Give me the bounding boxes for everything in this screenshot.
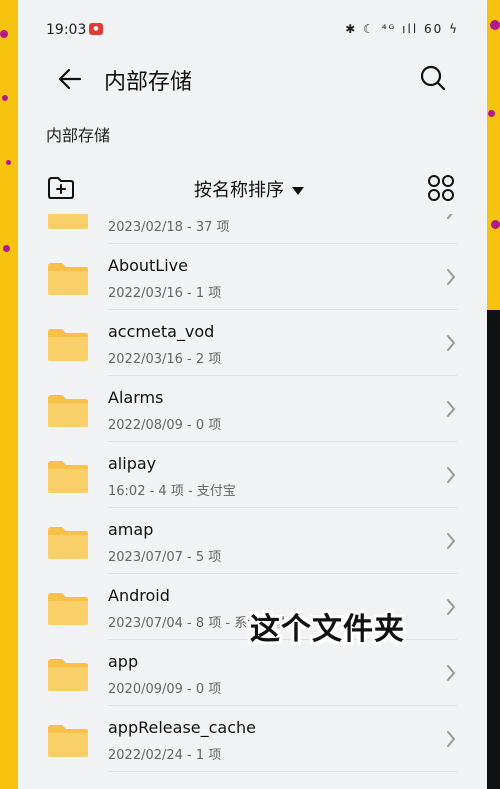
file-name: alipay [108, 454, 157, 473]
chevron-right-icon [447, 467, 455, 483]
chevron-right-icon [447, 335, 455, 351]
app-header: 内部存储 [18, 55, 487, 103]
file-name: app [108, 652, 139, 671]
folder-icon [48, 725, 88, 757]
file-meta: 2020/09/09 - 0 项 [108, 682, 222, 697]
file-name: appRelease_cache [108, 718, 257, 737]
file-list: 2023/02/18 - 37 项 AboutLive 2022/03/16 - 1… [18, 214, 487, 789]
decor-dot [490, 20, 500, 30]
file-meta: 2023/02/18 - 37 项 [108, 220, 230, 235]
chevron-right-icon [447, 665, 455, 681]
file-list-item[interactable]: AboutLive 2022/03/16 - 1 项 [18, 244, 487, 310]
file-name: Android [108, 586, 170, 605]
chevron-right-icon [447, 214, 453, 219]
decor-dot [6, 160, 11, 165]
search-icon[interactable] [419, 64, 447, 92]
status-icons: ✱ ☾ ⁴ᴳ ıll 60 ϟ [345, 22, 459, 36]
row-divider [108, 771, 457, 772]
grid-view-icon[interactable] [427, 174, 455, 202]
new-folder-icon[interactable] [46, 174, 76, 202]
status-time: 19:03 [46, 22, 87, 38]
phone-screen: 19:03 ● ✱ ☾ ⁴ᴳ ıll 60 ϟ 内部存储 内部存储 按名称排序 … [18, 0, 487, 789]
toolbar: 按名称排序 [18, 168, 487, 208]
dropdown-arrow-icon [292, 187, 304, 195]
decor-dot [0, 30, 8, 38]
status-bar: 19:03 ● ✱ ☾ ⁴ᴳ ıll 60 ϟ [18, 0, 487, 42]
decor-strip [487, 310, 500, 789]
folder-icon [48, 263, 88, 295]
decor-dot [488, 110, 495, 117]
file-meta: 2023/07/07 - 5 项 [108, 550, 222, 565]
folder-icon [48, 527, 88, 559]
file-name: accmeta_vod [108, 322, 215, 341]
video-caption: 这个文件夹 [250, 612, 405, 647]
decor-dot [491, 220, 500, 229]
file-list-item[interactable]: amap 2023/07/07 - 5 项 [18, 508, 487, 574]
file-list-item[interactable]: 2023/02/18 - 37 项 [18, 214, 487, 244]
folder-icon [48, 593, 88, 625]
folder-icon [48, 659, 88, 691]
file-name: amap [108, 520, 154, 539]
chevron-right-icon [447, 533, 455, 549]
file-meta: 2022/08/09 - 0 项 [108, 418, 222, 433]
breadcrumb[interactable]: 内部存储 [46, 122, 110, 146]
page-title: 内部存储 [104, 70, 193, 95]
chevron-right-icon [447, 599, 455, 615]
file-list-item[interactable]: alipay 16:02 - 4 项 - 支付宝 [18, 442, 487, 508]
decor-dot [2, 95, 8, 101]
file-list-item[interactable]: app 2020/09/09 - 0 项 [18, 640, 487, 706]
notification-app-icon: ● [89, 23, 103, 35]
file-meta: 2022/03/16 - 1 项 [108, 286, 222, 301]
decor-dot [3, 245, 10, 252]
folder-icon [48, 461, 88, 493]
folder-icon [48, 395, 88, 427]
back-arrow-icon[interactable] [56, 65, 84, 93]
file-meta: 2022/03/16 - 2 项 [108, 352, 222, 367]
file-list-item[interactable]: accmeta_vod 2022/03/16 - 2 项 [18, 310, 487, 376]
sort-label: 按名称排序 [194, 180, 284, 201]
chevron-right-icon [447, 269, 455, 285]
sort-dropdown[interactable]: 按名称排序 [194, 176, 304, 202]
file-meta: 2022/02/24 - 1 项 [108, 748, 222, 763]
file-list-item[interactable]: appRelease_cache 2022/02/24 - 1 项 [18, 706, 487, 772]
folder-icon [48, 329, 88, 361]
file-list-item[interactable]: Alarms 2022/08/09 - 0 项 [18, 376, 487, 442]
file-meta: 16:02 - 4 项 - 支付宝 [108, 484, 236, 499]
folder-icon [48, 214, 88, 229]
file-name: Alarms [108, 388, 164, 407]
file-name: AboutLive [108, 256, 188, 275]
chevron-right-icon [447, 731, 455, 747]
chevron-right-icon [447, 401, 455, 417]
